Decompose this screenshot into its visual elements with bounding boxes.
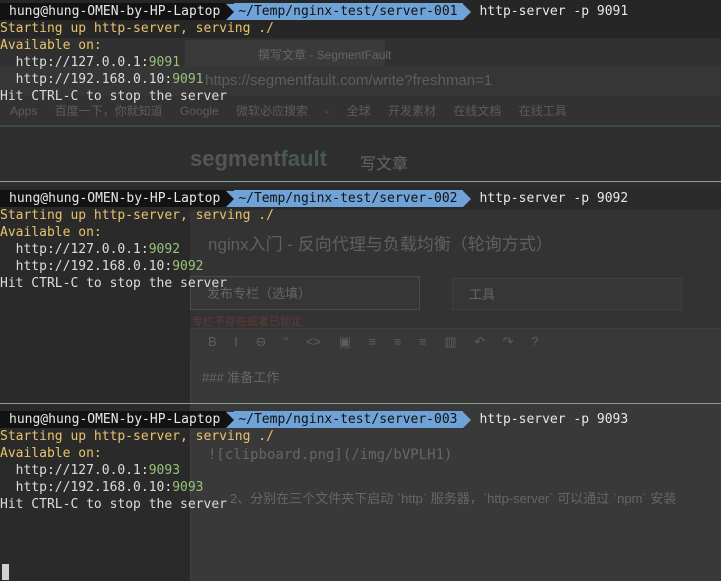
divider (0, 125, 721, 127)
url-host: http://127.0.0.1: (0, 55, 149, 70)
url-host: http://127.0.0.1: (0, 463, 149, 478)
output-hint: Hit CTRL-C to stop the server (0, 89, 227, 104)
output-url-local: http://127.0.0.1:9092 (0, 241, 721, 258)
output-available: Available on: (0, 446, 102, 461)
pane-divider[interactable] (0, 181, 721, 182)
url-port: 9093 (148, 463, 181, 478)
prompt-path: ~/Temp/nginx-test/server-002 (234, 190, 464, 207)
terminal-cursor (2, 564, 9, 580)
url-port: 9092 (148, 242, 181, 257)
url-host: http://127.0.0.1: (0, 242, 149, 257)
terminal-pane-2[interactable]: hung@hung-OMEN-by-HP-Laptop ~/Temp/nginx-… (0, 190, 721, 292)
output-hint: Hit CTRL-C to stop the server (0, 497, 227, 512)
output-url-local: http://127.0.0.1:9091 (0, 54, 721, 71)
segmentfault-logo: segmentfault (190, 146, 327, 171)
output-url-lan: http://192.168.0.10:9093 (0, 479, 721, 496)
prompt-separator-icon (226, 3, 235, 20)
shell-prompt: hung@hung-OMEN-by-HP-Laptop ~/Temp/nginx-… (0, 190, 721, 207)
shell-prompt: hung@hung-OMEN-by-HP-Laptop ~/Temp/nginx-… (0, 3, 721, 20)
prompt-separator-icon (226, 411, 235, 428)
output-available: Available on: (0, 225, 102, 240)
editor-toolbar-bg (190, 328, 721, 357)
error-text: 专栏不存在或者已锁定 (192, 316, 302, 328)
prompt-path: ~/Temp/nginx-test/server-003 (234, 411, 464, 428)
terminal-pane-1[interactable]: hung@hung-OMEN-by-HP-Laptop ~/Temp/nginx-… (0, 3, 721, 105)
site-header (0, 127, 721, 187)
url-host: http://192.168.0.10: (0, 480, 173, 495)
output-url-local: http://127.0.0.1:9093 (0, 462, 721, 479)
write-label: 写文章 (360, 156, 409, 173)
output-starting: Starting up http-server, serving ./ (0, 21, 274, 36)
url-host: http://192.168.0.10: (0, 259, 173, 274)
prompt-separator-icon (463, 411, 472, 428)
prompt-separator-icon (463, 190, 472, 207)
url-host: http://192.168.0.10: (0, 72, 173, 87)
output-url-lan: http://192.168.0.10:9092 (0, 258, 721, 275)
editor-line: ### 准备工作 (202, 370, 280, 385)
url-port: 9092 (172, 259, 204, 274)
output-starting: Starting up http-server, serving ./ (0, 429, 274, 444)
prompt-user: hung@hung-OMEN-by-HP-Laptop (0, 411, 227, 428)
prompt-user: hung@hung-OMEN-by-HP-Laptop (0, 3, 227, 20)
output-starting: Starting up http-server, serving ./ (0, 208, 274, 223)
url-port: 9091 (172, 72, 204, 87)
pane-divider[interactable] (0, 403, 721, 404)
prompt-path: ~/Temp/nginx-test/server-001 (234, 3, 464, 20)
shell-prompt: hung@hung-OMEN-by-HP-Laptop ~/Temp/nginx-… (0, 411, 721, 428)
url-port: 9093 (172, 480, 204, 495)
terminal-pane-3[interactable]: hung@hung-OMEN-by-HP-Laptop ~/Temp/nginx-… (0, 411, 721, 513)
editor-toolbar: B I ⊖ “ <> ▣ ≡ ≡ ≡ ▥ ↶ ↷ ? (208, 334, 539, 349)
url-port: 9091 (148, 55, 181, 70)
output-available: Available on: (0, 38, 102, 53)
output-url-lan: http://192.168.0.10:9091 (0, 71, 721, 88)
command: http-server -p 9091 (479, 4, 629, 19)
prompt-separator-icon (463, 3, 472, 20)
command: http-server -p 9092 (479, 191, 629, 206)
prompt-user: hung@hung-OMEN-by-HP-Laptop (0, 190, 227, 207)
prompt-separator-icon (226, 190, 235, 207)
command: http-server -p 9093 (479, 412, 629, 427)
output-hint: Hit CTRL-C to stop the server (0, 276, 227, 291)
